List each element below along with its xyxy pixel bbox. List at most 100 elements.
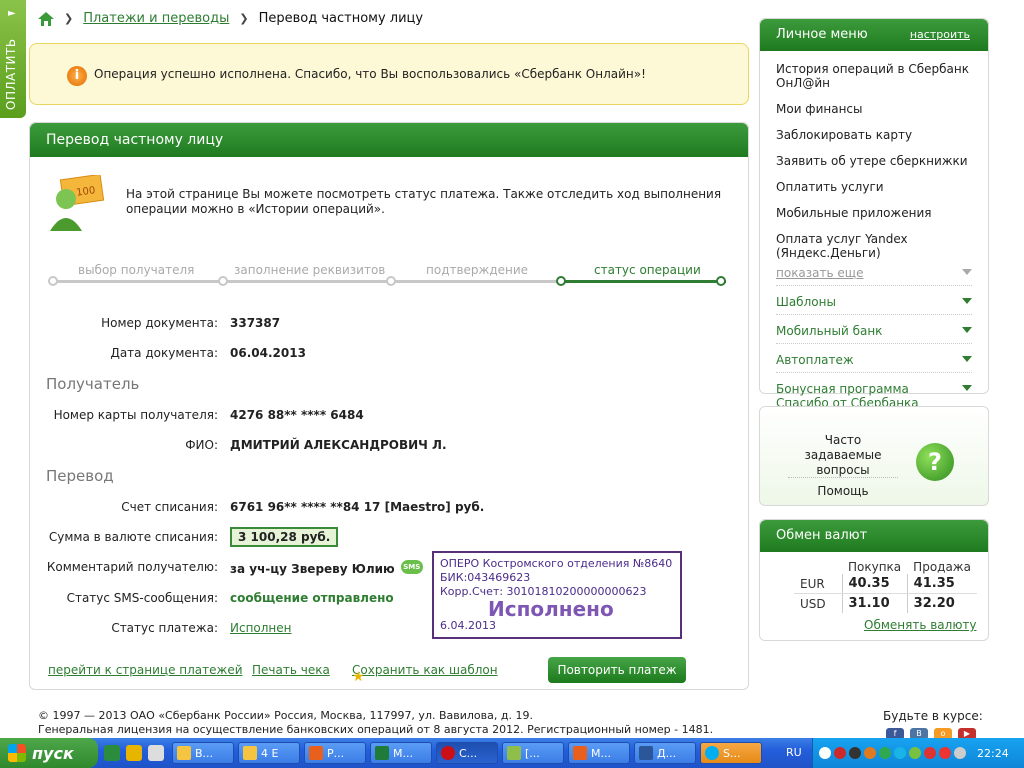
steps-line-done	[560, 280, 726, 283]
folder-icon	[243, 746, 257, 760]
account-value: 6761 96** **** **84 17 [Maestro] руб.	[230, 500, 485, 514]
bank-stamp: ОПЕРО Костромского отделения №8640 БИК:0…	[432, 551, 682, 639]
account-label: Счет списания:	[121, 500, 218, 514]
app-icon	[507, 746, 521, 760]
sum-row: Сумма в валюте списания: 3 100,28 руб.	[30, 527, 730, 550]
chevron-right-icon: ❯	[239, 12, 249, 25]
menu-item-finances[interactable]: Мои финансы	[776, 99, 972, 119]
menu-mobile-bank[interactable]: Мобильный банк	[776, 321, 972, 344]
task-button[interactable]: М...	[568, 742, 630, 764]
excel-icon	[375, 746, 389, 760]
chevron-down-icon	[962, 269, 972, 275]
clock[interactable]: 22:24	[977, 747, 1009, 760]
start-button[interactable]: пуск	[0, 738, 98, 768]
menu-autopay[interactable]: Автоплатеж	[776, 350, 972, 373]
faq-help[interactable]: Помощь	[788, 477, 898, 498]
folder-icon	[177, 746, 191, 760]
stamp-line2: БИК:043469623	[440, 571, 531, 584]
chrome-icon[interactable]	[126, 745, 142, 761]
stamp-date: 6.04.2013	[440, 619, 496, 632]
language-indicator[interactable]: RU	[786, 746, 802, 759]
payment-status-label: Статус платежа:	[111, 621, 218, 635]
tray-icon[interactable]	[834, 747, 846, 759]
doc-date-value: 06.04.2013	[230, 346, 306, 360]
torrent-icon[interactable]	[104, 745, 120, 761]
doc-number-value: 337387	[230, 316, 281, 330]
start-label: пуск	[32, 743, 74, 763]
col-sell: Продажа	[913, 560, 971, 574]
pay-side-tab[interactable]: ► ОПЛАТИТЬ	[0, 0, 26, 118]
tray-icon[interactable]	[849, 747, 861, 759]
tray-icon[interactable]	[924, 747, 936, 759]
task-button[interactable]: М...	[370, 742, 432, 764]
volume-icon[interactable]	[954, 747, 966, 759]
system-tray: 22:24	[812, 738, 1024, 768]
menu-item-block-card[interactable]: Заблокировать карту	[776, 125, 972, 145]
menu-item-pay-services[interactable]: Оплатить услуги	[776, 177, 972, 197]
intro-text: На этой странице Вы можете посмотреть ст…	[126, 187, 722, 216]
panel-title: Перевод частному лицу	[30, 123, 748, 157]
step-dot	[386, 276, 396, 286]
save-template-link[interactable]: Сохранить как шаблон	[352, 663, 498, 677]
menu-item-mobile-apps[interactable]: Мобильные приложения	[776, 203, 972, 223]
task-button[interactable]: 4 Е	[238, 742, 300, 764]
step-dot	[48, 276, 58, 286]
menu-item-history[interactable]: История операций в Сбербанк ОнЛ@йн	[776, 59, 972, 93]
action-bar: перейти к странице платежей Печать чека …	[48, 657, 738, 685]
tray-icon[interactable]	[894, 747, 906, 759]
menu-show-more[interactable]: показать еще	[776, 263, 972, 286]
tray-icon[interactable]	[864, 747, 876, 759]
to-payments-link[interactable]: перейти к странице платежей	[48, 663, 243, 677]
menu-setup-link[interactable]: настроить	[910, 19, 970, 51]
opera-icon	[441, 746, 455, 760]
doc-date-label: Дата документа:	[110, 346, 218, 360]
task-button[interactable]: Д...	[634, 742, 696, 764]
question-icon[interactable]: ?	[916, 443, 954, 481]
name-value: ДМИТРИЙ АЛЕКСАНДРОВИЧ Л.	[230, 438, 447, 452]
transfer-panel: Перевод частному лицу 100 На этой страни…	[29, 122, 749, 690]
menu-templates[interactable]: Шаблоны	[776, 292, 972, 315]
task-button[interactable]: Р...	[304, 742, 366, 764]
doc-number-label: Номер документа:	[101, 316, 218, 330]
footer: © 1997 — 2013 ОАО «Сбербанк России» Росс…	[38, 709, 713, 737]
recipient-section-title: Получатель	[46, 375, 140, 393]
currency-code: USD	[800, 596, 826, 611]
tray-icon[interactable]	[939, 747, 951, 759]
task-button[interactable]: [...	[502, 742, 564, 764]
tray-icon[interactable]	[879, 747, 891, 759]
print-receipt-link[interactable]: Печать чека	[252, 663, 330, 677]
templates-label: Шаблоны	[776, 295, 836, 309]
task-button-active[interactable]: С...	[436, 742, 498, 764]
step-3-label: подтверждение	[426, 263, 529, 277]
step-1-label: выбор получателя	[78, 263, 195, 277]
chevron-left-icon[interactable]	[819, 747, 831, 759]
table-row: USD 31.10 32.20	[794, 593, 977, 613]
home-icon[interactable]	[38, 11, 54, 26]
firefox-icon	[573, 746, 587, 760]
step-4-label: статус операции	[594, 263, 701, 277]
notepad-icon[interactable]	[148, 745, 164, 761]
firefox-icon	[309, 746, 323, 760]
show-more-label: показать еще	[776, 266, 864, 280]
menu-item-lost-book[interactable]: Заявить об утере сберкнижки	[776, 151, 972, 171]
mobile-bank-label: Мобильный банк	[776, 324, 883, 338]
faq-title[interactable]: Часто задаваемые вопросы	[788, 433, 898, 478]
task-button[interactable]: В...	[172, 742, 234, 764]
progress-steps: выбор получателя заполнение реквизитов п…	[48, 263, 730, 293]
skype-icon	[705, 746, 719, 760]
doc-date-row: Дата документа: 06.04.2013	[30, 346, 730, 366]
exchange-link[interactable]: Обменять валюту	[864, 618, 977, 632]
breadcrumb-payments-link[interactable]: Платежи и переводы	[83, 11, 229, 26]
card-label: Номер карты получателя:	[53, 408, 218, 422]
repeat-payment-button[interactable]: Повторить платеж	[548, 657, 686, 683]
personal-menu-header: Личное меню настроить	[760, 19, 988, 51]
stamp-line1: ОПЕРО Костромского отделения №8640	[440, 557, 673, 570]
task-button[interactable]: S...	[700, 742, 762, 764]
person-money-icon: 100	[50, 175, 105, 231]
payment-status-link[interactable]: Исполнен	[230, 621, 292, 635]
os-taskbar: пуск В... 4 Е Р... М... С... [... М... Д…	[0, 738, 1024, 768]
tray-icon[interactable]	[909, 747, 921, 759]
chevron-down-icon	[962, 298, 972, 304]
menu-item-yandex[interactable]: Оплата услуг Yandex (Яндекс.Деньги)	[776, 229, 972, 263]
sms-status-value: сообщение отправлено	[230, 591, 394, 605]
